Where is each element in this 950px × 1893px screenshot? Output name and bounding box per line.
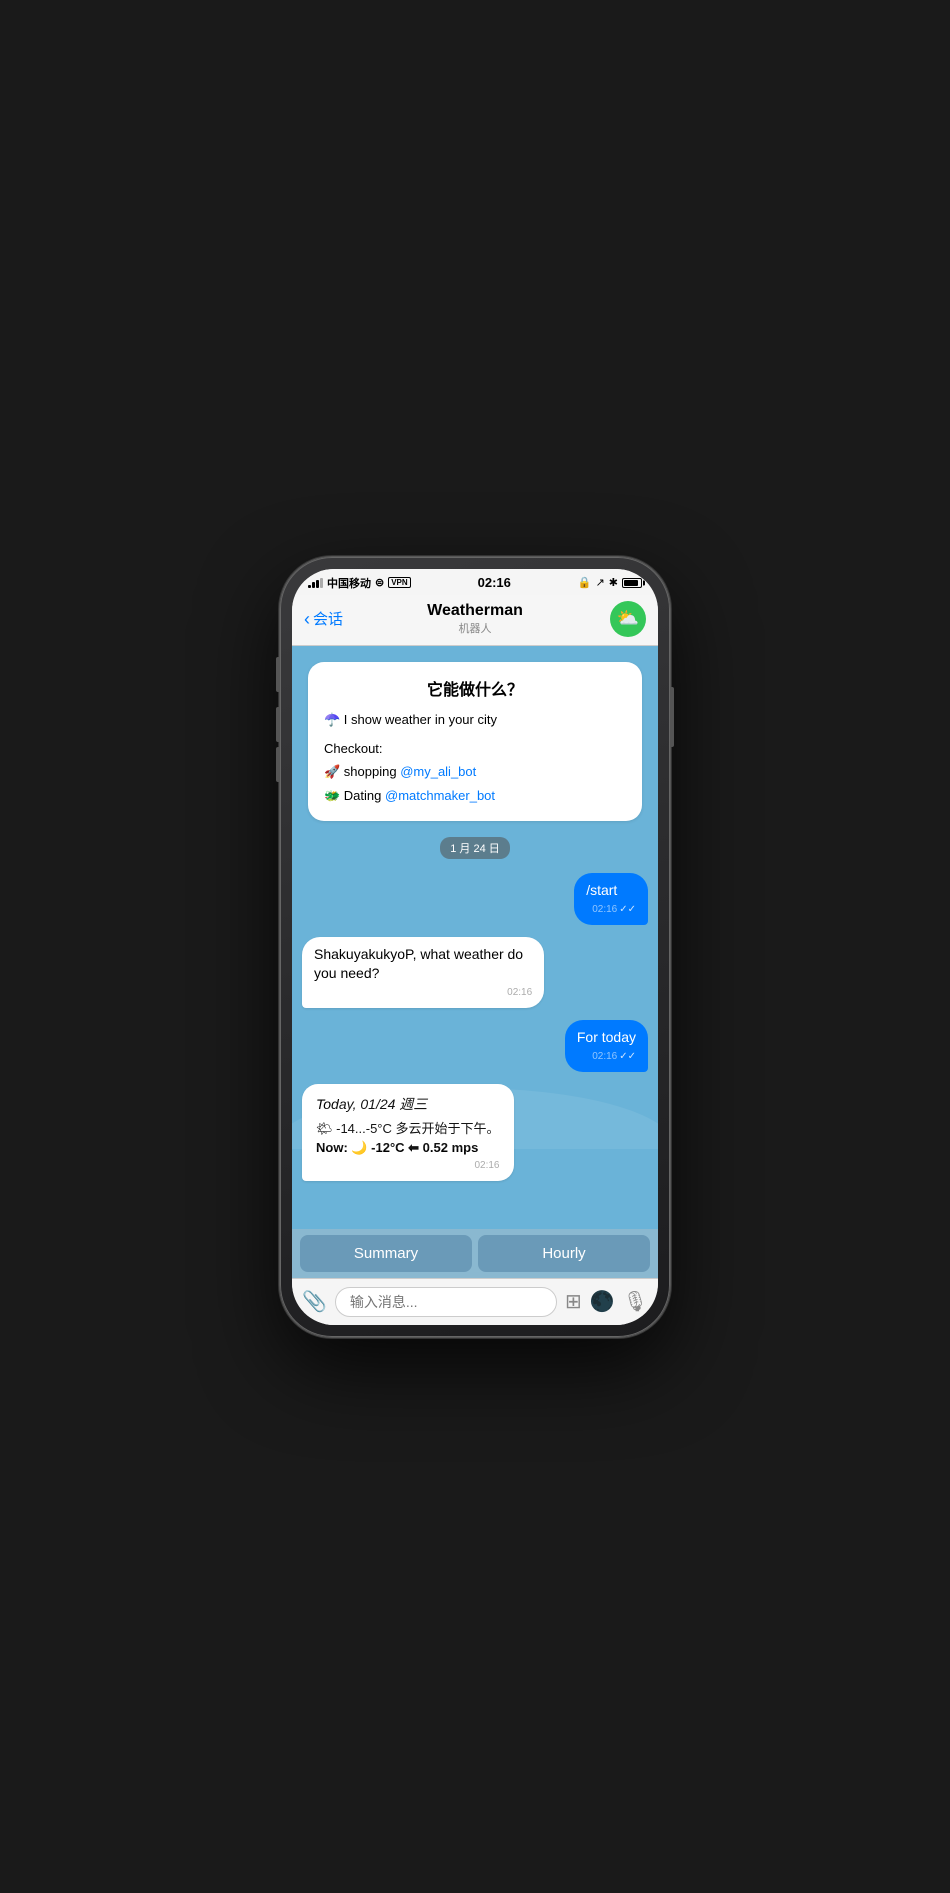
signal-icon: [308, 578, 323, 588]
carrier-label: 中国移动: [327, 575, 371, 591]
attach-icon[interactable]: 📎: [302, 1289, 327, 1314]
vpn-badge: VPN: [388, 577, 410, 588]
msg-row-weather: Today, 01/24 週三 🌤 -14...-5°C 多云开始于下午。 No…: [302, 1084, 648, 1181]
weather-bubble: Today, 01/24 週三 🌤 -14...-5°C 多云开始于下午。 No…: [302, 1084, 514, 1181]
welcome-title: 它能做什么？: [324, 676, 626, 700]
weather-now: Now: 🌙 -12°C ⬅ 0.52 mps: [316, 1140, 500, 1156]
bubble-today-time: 02:16: [592, 1050, 617, 1064]
hourly-button[interactable]: Hourly: [478, 1235, 650, 1272]
msg-row-start: /start 02:16 ✓✓: [302, 873, 648, 925]
checkout-label: Checkout:: [324, 741, 383, 756]
bubble-start-footer: 02:16 ✓✓: [586, 903, 636, 917]
phone-frame: 中国移动 ⊜ VPN 02:16 🔒 ↗ ✱ ‹ 会话: [280, 557, 670, 1337]
msg-row-reply: ShakuyakukyoP, what weather do you need?…: [302, 937, 648, 1008]
summary-button[interactable]: Summary: [300, 1235, 472, 1272]
bubble-today-text: For today: [577, 1029, 636, 1045]
bubble-today-footer: 02:16 ✓✓: [577, 1050, 636, 1064]
emoji-icon[interactable]: 🌑: [590, 1289, 615, 1314]
bluetooth-icon: ✱: [609, 576, 618, 589]
date-divider: 1 月 24 日: [302, 837, 648, 859]
wifi-icon: ⊜: [375, 576, 384, 589]
bubble-reply-text: ShakuyakukyoP, what weather do you need?: [314, 946, 523, 982]
input-bar: 📎 ⊞ 🌑 🎙: [292, 1278, 658, 1325]
back-button[interactable]: ‹ 会话: [304, 608, 374, 629]
welcome-bubble: 它能做什么？ ☂️ I show weather in your city Ch…: [308, 662, 642, 822]
battery-icon: [622, 578, 642, 588]
status-right: 🔒 ↗ ✱: [578, 576, 642, 589]
chat-area[interactable]: 它能做什么？ ☂️ I show weather in your city Ch…: [292, 646, 658, 1229]
bubble-reply-time: 02:16: [507, 986, 532, 1000]
weather-footer: 02:16: [316, 1160, 500, 1171]
phone-screen: 中国移动 ⊜ VPN 02:16 🔒 ↗ ✱ ‹ 会话: [292, 569, 658, 1325]
bubble-reply: ShakuyakukyoP, what weather do you need?…: [302, 937, 544, 1008]
bubble-start-time: 02:16: [592, 903, 617, 917]
checkout-link-1[interactable]: @my_ali_bot: [400, 764, 476, 779]
nav-subtitle: 机器人: [374, 620, 576, 636]
checkout-link-2[interactable]: @matchmaker_bot: [385, 788, 495, 803]
bubble-reply-footer: 02:16: [314, 986, 532, 1000]
status-left: 中国移动 ⊜ VPN: [308, 575, 411, 591]
msg-row-today: For today 02:16 ✓✓: [302, 1020, 648, 1072]
weather-detail: 🌤 -14...-5°C 多云开始于下午。: [316, 1118, 500, 1137]
weather-date: Today, 01/24 週三: [316, 1094, 500, 1114]
nav-center: Weatherman 机器人: [374, 602, 576, 636]
check-marks-start: ✓✓: [619, 903, 636, 917]
back-chevron-icon: ‹: [304, 610, 310, 628]
nav-right: ⛅: [576, 601, 646, 637]
bot-icon-emoji: ⛅: [617, 608, 639, 629]
nav-title: Weatherman: [374, 602, 576, 620]
check-marks-today: ✓✓: [619, 1050, 636, 1064]
date-label: 1 月 24 日: [440, 837, 510, 859]
location-icon: ↗: [596, 576, 605, 589]
bot-buttons-bar: Summary Hourly: [292, 1229, 658, 1278]
status-time: 02:16: [478, 575, 511, 590]
weather-time: 02:16: [474, 1160, 499, 1171]
status-bar: 中国移动 ⊜ VPN 02:16 🔒 ↗ ✱: [292, 569, 658, 595]
bot-avatar[interactable]: ⛅: [610, 601, 646, 637]
welcome-line1: ☂️ I show weather in your city: [324, 710, 626, 730]
bubble-today: For today 02:16 ✓✓: [565, 1020, 648, 1072]
bubble-start: /start 02:16 ✓✓: [574, 873, 648, 925]
checkout-item-2: 🐲 Dating @matchmaker_bot: [324, 788, 495, 803]
nav-bar: ‹ 会话 Weatherman 机器人 ⛅: [292, 595, 658, 646]
mic-icon[interactable]: 🎙: [623, 1289, 648, 1314]
lock-icon: 🔒: [578, 576, 592, 589]
welcome-checkout: Checkout: 🚀 shopping @my_ali_bot 🐲 Datin…: [324, 737, 626, 807]
back-label: 会话: [313, 608, 343, 629]
message-input[interactable]: [335, 1287, 557, 1317]
sticker-icon[interactable]: ⊞: [565, 1289, 582, 1314]
checkout-item-1: 🚀 shopping @my_ali_bot: [324, 764, 476, 779]
bubble-start-text: /start: [586, 882, 617, 898]
